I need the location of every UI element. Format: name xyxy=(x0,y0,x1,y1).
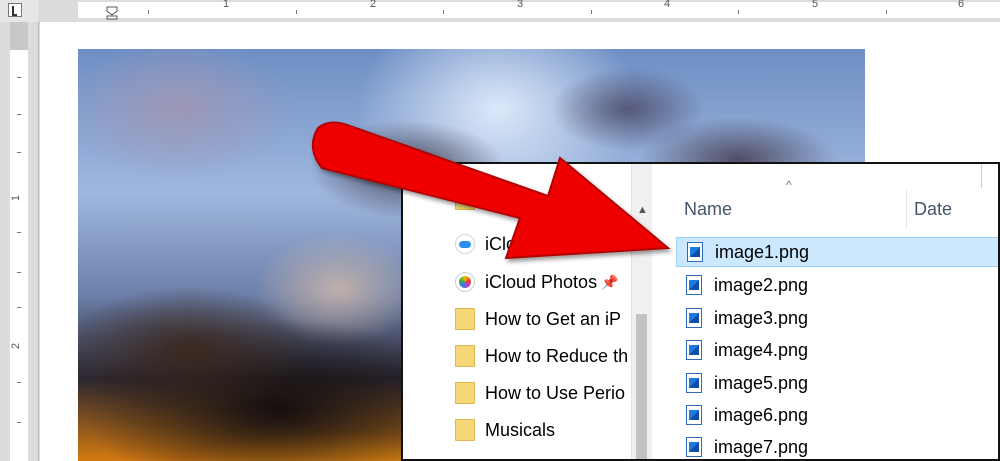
png-file-icon xyxy=(686,405,702,425)
nav-pane-scrollbar[interactable]: ▲ xyxy=(631,164,652,459)
ruler-tick xyxy=(17,77,21,78)
left-tab-icon xyxy=(8,3,22,17)
ruler-tick xyxy=(148,10,149,14)
nav-item-folder[interactable]: How to Reduce th xyxy=(455,342,628,370)
nav-item-label: iCloud xyxy=(485,233,537,254)
ruler-number: 1 xyxy=(223,0,230,10)
folder-icon xyxy=(455,188,475,210)
file-row[interactable]: image7.png xyxy=(676,432,998,459)
ruler-number: 4 xyxy=(664,0,671,10)
scrollbar-thumb[interactable] xyxy=(636,314,647,459)
vertical-ruler[interactable]: 1 2 xyxy=(0,22,39,461)
png-file-icon xyxy=(686,373,702,393)
ruler-margin-area xyxy=(10,22,28,50)
navigation-pane[interactable]: 📌 iCloud iCloud Photos 📌 How to Get an i… xyxy=(403,164,652,459)
file-name: image6.png xyxy=(714,404,809,425)
file-row[interactable]: image4.png xyxy=(676,335,998,365)
ruler-tick xyxy=(443,10,444,14)
ruler-tick xyxy=(17,422,21,423)
nav-item-label: How to Use Perio xyxy=(485,382,626,403)
ruler-tick xyxy=(17,232,21,233)
ruler-tick xyxy=(17,152,21,153)
ruler-number: 1 xyxy=(10,194,23,202)
column-header-top xyxy=(652,164,998,188)
horizontal-ruler[interactable]: 1 2 3 4 5 6 xyxy=(38,0,1000,23)
file-row[interactable]: image5.png xyxy=(676,368,998,398)
nav-item-folder[interactable]: How to Use Perio xyxy=(455,379,625,407)
ruler-white-area xyxy=(78,2,1000,18)
ruler-tick xyxy=(17,272,21,273)
nav-item-label: How to Reduce th xyxy=(485,345,629,366)
ruler-number: 6 xyxy=(958,0,965,10)
folder-icon xyxy=(455,382,475,404)
png-file-icon xyxy=(686,308,702,328)
file-row[interactable]: image6.png xyxy=(676,400,998,430)
png-file-icon xyxy=(686,437,702,457)
folder-icon xyxy=(455,308,475,330)
column-header-date[interactable]: Date xyxy=(914,190,952,228)
tab-selector[interactable] xyxy=(0,0,39,23)
ruler-number: 2 xyxy=(10,342,23,350)
png-file-icon xyxy=(686,275,702,295)
ruler-tick xyxy=(591,10,592,14)
ruler-tick xyxy=(886,10,887,14)
sort-ascending-icon: ^ xyxy=(786,178,792,192)
column-header-name[interactable]: Name xyxy=(684,190,732,228)
nav-item-label: iCloud Photos xyxy=(485,271,598,292)
ruler-tick xyxy=(17,307,21,308)
column-divider[interactable] xyxy=(906,190,907,228)
nav-item-icloud-photos[interactable]: iCloud Photos 📌 xyxy=(455,268,619,296)
file-name: image1.png xyxy=(715,241,810,262)
ruler-number: 3 xyxy=(517,0,524,10)
file-explorer-window[interactable]: 📌 iCloud iCloud Photos 📌 How to Get an i… xyxy=(401,162,1000,461)
header-edge xyxy=(981,164,990,188)
nav-item-folder[interactable]: How to Get an iP xyxy=(455,305,621,333)
ruler-tick xyxy=(738,10,739,14)
ruler-white-area xyxy=(10,22,28,461)
file-name: image3.png xyxy=(714,307,809,328)
file-name: image2.png xyxy=(714,274,809,295)
nav-item-folder-partial[interactable]: 📌 xyxy=(455,188,652,210)
nav-item-icloud[interactable]: iCloud xyxy=(455,230,536,258)
file-row[interactable]: image2.png xyxy=(676,270,998,300)
ruler-tick xyxy=(17,382,21,383)
file-name: image7.png xyxy=(714,436,809,457)
file-row-selected[interactable]: image1.png xyxy=(676,237,998,267)
file-name: image5.png xyxy=(714,372,809,393)
first-line-indent-marker[interactable] xyxy=(106,6,118,20)
ruler-number: 5 xyxy=(812,0,819,10)
icloud-drive-icon xyxy=(455,234,475,254)
ruler-number: 2 xyxy=(370,0,377,10)
folder-icon xyxy=(455,419,475,441)
nav-item-label: Musicals xyxy=(485,419,556,440)
folder-icon xyxy=(455,345,475,367)
scroll-up-icon[interactable]: ▲ xyxy=(637,204,648,216)
file-row[interactable]: image3.png xyxy=(676,303,998,333)
png-file-icon xyxy=(687,242,703,262)
ruler-tick xyxy=(296,10,297,14)
icloud-photos-icon xyxy=(455,272,475,292)
png-file-icon xyxy=(686,340,702,360)
file-name: image4.png xyxy=(714,339,809,360)
file-list-pane[interactable]: ^ Name Date image1.png image2.png image3… xyxy=(652,164,998,459)
nav-item-label: How to Get an iP xyxy=(485,308,622,329)
nav-item-folder[interactable]: Musicals xyxy=(455,416,555,444)
pin-icon: 📌 xyxy=(601,273,619,290)
ruler-tick xyxy=(17,114,21,115)
